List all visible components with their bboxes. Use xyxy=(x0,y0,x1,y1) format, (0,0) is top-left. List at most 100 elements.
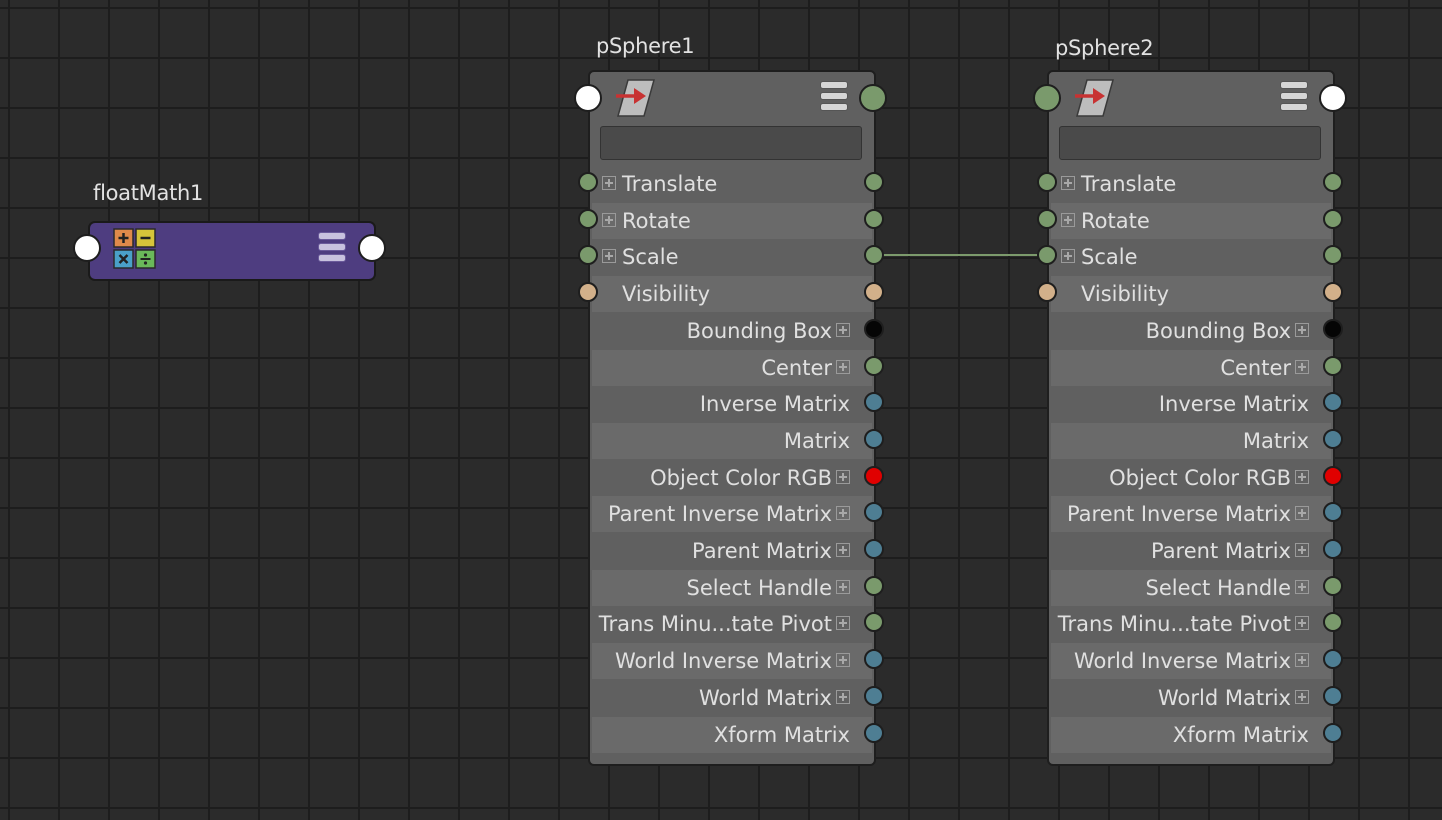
attribute-output-port[interactable] xyxy=(1323,318,1343,339)
attribute-row[interactable]: Bounding Box xyxy=(592,313,872,349)
attribute-output-port[interactable] xyxy=(1323,722,1343,743)
attribute-row[interactable]: Trans Minu...tate Pivot xyxy=(1051,606,1331,642)
attribute-output-port[interactable] xyxy=(1323,428,1343,449)
node-name-field[interactable] xyxy=(1059,126,1321,160)
attribute-input-port[interactable] xyxy=(578,172,598,192)
node-message-output-port[interactable] xyxy=(859,84,887,112)
attribute-row[interactable]: World Inverse Matrix xyxy=(592,643,872,680)
attribute-output-port[interactable] xyxy=(864,245,884,266)
attribute-row[interactable]: World Inverse Matrix xyxy=(1051,643,1331,680)
attribute-output-port[interactable] xyxy=(1323,355,1343,376)
attribute-output-port[interactable] xyxy=(864,575,884,596)
float-math-options-icon[interactable] xyxy=(318,232,346,265)
attribute-input-port[interactable] xyxy=(1037,282,1057,303)
node-options-icon[interactable] xyxy=(1280,81,1308,114)
node-name-field[interactable] xyxy=(600,126,862,160)
attribute-output-port[interactable] xyxy=(864,465,884,486)
attribute-output-port[interactable] xyxy=(864,722,884,743)
expand-icon[interactable] xyxy=(1295,506,1309,521)
expand-icon[interactable] xyxy=(836,543,850,557)
attribute-row[interactable]: Select Handle xyxy=(1051,569,1331,606)
expand-icon[interactable] xyxy=(1295,689,1309,704)
float-math-output-port[interactable] xyxy=(358,234,386,262)
attribute-row[interactable]: Visibility xyxy=(592,276,872,313)
attribute-output-port[interactable] xyxy=(1323,649,1343,670)
expand-icon[interactable] xyxy=(836,653,850,668)
node-message-input-port[interactable] xyxy=(574,84,602,112)
attribute-row[interactable]: Matrix xyxy=(592,422,872,459)
node-message-output-port[interactable] xyxy=(1319,84,1347,112)
attribute-row[interactable]: Inverse Matrix xyxy=(592,386,872,422)
attribute-row[interactable]: Matrix xyxy=(1051,422,1331,459)
expand-icon[interactable] xyxy=(1295,543,1309,557)
attribute-input-port[interactable] xyxy=(1037,208,1057,229)
attribute-output-port[interactable] xyxy=(1323,172,1343,192)
attribute-output-port[interactable] xyxy=(864,502,884,523)
attribute-row[interactable]: Xform Matrix xyxy=(1051,716,1331,753)
attribute-output-port[interactable] xyxy=(864,539,884,559)
expand-icon[interactable] xyxy=(1295,322,1309,337)
expand-icon[interactable] xyxy=(1295,616,1309,631)
expand-icon[interactable] xyxy=(1061,249,1075,264)
attribute-output-port[interactable] xyxy=(864,428,884,449)
attribute-row[interactable]: Translate xyxy=(1051,166,1331,202)
attribute-row[interactable]: World Matrix xyxy=(1051,680,1331,716)
attribute-output-port[interactable] xyxy=(1323,392,1343,413)
attribute-output-port[interactable] xyxy=(1323,245,1343,266)
attribute-row[interactable]: Bounding Box xyxy=(1051,313,1331,349)
attribute-row[interactable]: Scale xyxy=(592,239,872,275)
expand-icon[interactable] xyxy=(836,616,850,631)
expand-icon[interactable] xyxy=(1295,579,1309,594)
attribute-row[interactable]: Parent Matrix xyxy=(1051,533,1331,569)
node-options-icon[interactable] xyxy=(820,81,848,114)
attribute-row[interactable]: Scale xyxy=(1051,239,1331,275)
expand-icon[interactable] xyxy=(836,359,850,374)
attribute-row[interactable]: World Matrix xyxy=(592,680,872,716)
attribute-output-port[interactable] xyxy=(864,282,884,303)
expand-icon[interactable] xyxy=(836,579,850,594)
attribute-output-port[interactable] xyxy=(1323,282,1343,303)
attribute-output-port[interactable] xyxy=(864,355,884,376)
attribute-output-port[interactable] xyxy=(1323,612,1343,633)
attribute-row[interactable]: Inverse Matrix xyxy=(1051,386,1331,422)
attribute-output-port[interactable] xyxy=(864,649,884,670)
attribute-output-port[interactable] xyxy=(864,318,884,339)
attribute-output-port[interactable] xyxy=(864,685,884,706)
attribute-row[interactable]: Visibility xyxy=(1051,276,1331,313)
attribute-row[interactable]: Xform Matrix xyxy=(592,716,872,753)
expand-icon[interactable] xyxy=(602,212,616,227)
expand-icon[interactable] xyxy=(836,506,850,521)
attribute-row[interactable]: Trans Minu...tate Pivot xyxy=(592,606,872,642)
attribute-output-port[interactable] xyxy=(864,392,884,413)
attribute-row[interactable]: Rotate xyxy=(592,202,872,239)
attribute-output-port[interactable] xyxy=(1323,539,1343,559)
attribute-output-port[interactable] xyxy=(864,612,884,633)
attribute-row[interactable]: Rotate xyxy=(1051,202,1331,239)
expand-icon[interactable] xyxy=(836,322,850,337)
expand-icon[interactable] xyxy=(1061,176,1075,190)
attribute-output-port[interactable] xyxy=(1323,465,1343,486)
attribute-row[interactable]: Center xyxy=(1051,349,1331,386)
expand-icon[interactable] xyxy=(1061,212,1075,227)
float-math-input-port[interactable] xyxy=(73,234,101,262)
attribute-output-port[interactable] xyxy=(1323,208,1343,229)
attribute-input-port[interactable] xyxy=(578,208,598,229)
attribute-row[interactable]: Translate xyxy=(592,166,872,202)
attribute-input-port[interactable] xyxy=(1037,172,1057,192)
attribute-row[interactable]: Parent Matrix xyxy=(592,533,872,569)
expand-icon[interactable] xyxy=(1295,653,1309,668)
expand-icon[interactable] xyxy=(1295,469,1309,484)
connection-scale-to-scale[interactable] xyxy=(882,254,1040,256)
node-message-input-port[interactable] xyxy=(1033,84,1061,112)
attribute-row[interactable]: Select Handle xyxy=(592,569,872,606)
expand-icon[interactable] xyxy=(836,689,850,704)
expand-icon[interactable] xyxy=(602,249,616,264)
node-psphere1[interactable]: Translate Rotate Scale Visibility Bounding B… xyxy=(588,70,876,766)
attribute-output-port[interactable] xyxy=(864,208,884,229)
attribute-output-port[interactable] xyxy=(1323,502,1343,523)
attribute-output-port[interactable] xyxy=(1323,575,1343,596)
attribute-row[interactable]: Object Color RGB xyxy=(1051,460,1331,496)
attribute-row[interactable]: Parent Inverse Matrix xyxy=(1051,496,1331,533)
attribute-row[interactable]: Object Color RGB xyxy=(592,460,872,496)
attribute-input-port[interactable] xyxy=(578,282,598,303)
